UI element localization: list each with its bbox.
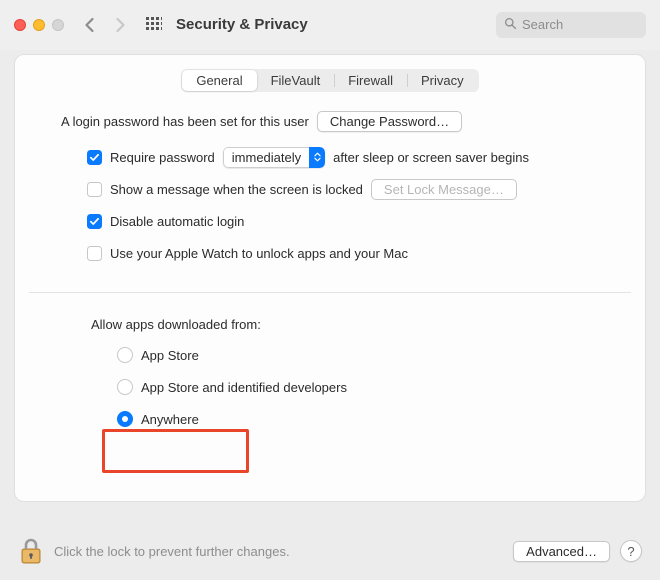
- main-panel: General FileVault Firewall Privacy A log…: [14, 54, 646, 502]
- search-icon: [504, 17, 522, 33]
- login-password-text: A login password has been set for this u…: [61, 114, 309, 129]
- search-field[interactable]: [496, 12, 646, 38]
- nav-history: [82, 17, 128, 33]
- show-all-prefs-icon[interactable]: [146, 17, 162, 33]
- annotation-highlight: [102, 429, 249, 473]
- tab-filevault[interactable]: FileVault: [257, 70, 335, 91]
- allow-appstore-label: App Store: [141, 348, 199, 363]
- tab-privacy[interactable]: Privacy: [407, 70, 478, 91]
- set-lock-message-button: Set Lock Message…: [371, 179, 517, 200]
- section-divider: [29, 292, 631, 293]
- updown-chevron-icon: [309, 147, 325, 168]
- apple-watch-unlock-label: Use your Apple Watch to unlock apps and …: [110, 246, 408, 261]
- require-password-delay-select[interactable]: immediately: [223, 147, 325, 168]
- tab-general[interactable]: General: [182, 70, 256, 91]
- require-password-delay-value: immediately: [223, 147, 309, 168]
- lock-icon[interactable]: [18, 536, 44, 566]
- tabs: General FileVault Firewall Privacy: [181, 69, 478, 92]
- allow-anywhere-radio[interactable]: [117, 411, 133, 427]
- footer: Click the lock to prevent further change…: [0, 524, 660, 580]
- check-icon: [89, 216, 100, 227]
- window-controls: [14, 19, 64, 31]
- search-input[interactable]: [522, 17, 638, 32]
- advanced-button[interactable]: Advanced…: [513, 541, 610, 562]
- allow-identified-radio[interactable]: [117, 379, 133, 395]
- allow-identified-label: App Store and identified developers: [141, 380, 347, 395]
- close-window-icon[interactable]: [14, 19, 26, 31]
- allow-anywhere-label: Anywhere: [141, 412, 199, 427]
- check-icon: [89, 152, 100, 163]
- disable-autologin-label: Disable automatic login: [110, 214, 244, 229]
- allow-appstore-radio[interactable]: [117, 347, 133, 363]
- show-message-label: Show a message when the screen is locked: [110, 182, 363, 197]
- show-message-checkbox[interactable]: [87, 182, 102, 197]
- tab-firewall[interactable]: Firewall: [334, 70, 407, 91]
- lock-description: Click the lock to prevent further change…: [54, 544, 290, 559]
- allow-apps-heading: Allow apps downloaded from:: [91, 317, 605, 332]
- login-section: A login password has been set for this u…: [15, 110, 645, 264]
- require-password-checkbox[interactable]: [87, 150, 102, 165]
- require-password-label-post: after sleep or screen saver begins: [333, 150, 529, 165]
- help-button[interactable]: ?: [620, 540, 642, 562]
- apple-watch-unlock-checkbox[interactable]: [87, 246, 102, 261]
- change-password-button[interactable]: Change Password…: [317, 111, 462, 132]
- allow-apps-section: Allow apps downloaded from: App Store Ap…: [15, 317, 645, 430]
- page-title: Security & Privacy: [176, 16, 308, 33]
- minimize-window-icon[interactable]: [33, 19, 45, 31]
- back-button[interactable]: [82, 17, 97, 33]
- titlebar: Security & Privacy: [0, 0, 660, 50]
- disable-autologin-checkbox[interactable]: [87, 214, 102, 229]
- forward-button[interactable]: [113, 17, 128, 33]
- zoom-window-icon: [52, 19, 64, 31]
- require-password-label-pre: Require password: [110, 150, 215, 165]
